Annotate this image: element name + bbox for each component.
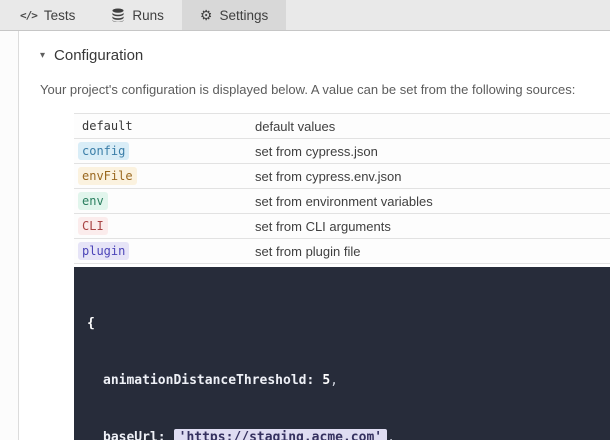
tab-settings-label: Settings xyxy=(219,8,268,23)
table-row: CLI set from CLI arguments xyxy=(74,214,610,239)
main-area: ▾ Configuration Your project's configura… xyxy=(0,31,610,440)
table-row: default default values xyxy=(74,114,610,139)
code-key: animationDistanceThreshold: xyxy=(103,373,314,388)
gear-icon: ⚙ xyxy=(200,8,213,22)
section-description: Your project's configuration is displaye… xyxy=(40,82,610,97)
code-line: { xyxy=(87,314,610,333)
source-description: set from plugin file xyxy=(255,244,361,259)
chevron-down-icon: ▾ xyxy=(40,50,45,61)
code-key: baseUrl: xyxy=(103,430,166,440)
settings-content: ▾ Configuration Your project's configura… xyxy=(19,31,610,440)
left-gutter xyxy=(0,31,19,440)
tab-runs-label: Runs xyxy=(132,8,164,23)
source-badge-config: config xyxy=(78,142,129,160)
tab-tests[interactable]: </> Tests xyxy=(2,0,93,30)
source-badge-default: default xyxy=(78,117,137,135)
source-badge-env: env xyxy=(78,192,108,210)
code-value: 5 xyxy=(322,373,330,388)
table-row: env set from environment variables xyxy=(74,189,610,214)
code-comma: , xyxy=(330,373,338,388)
source-description: set from cypress.env.json xyxy=(255,169,401,184)
section-title: Configuration xyxy=(54,47,143,64)
source-badge-plugin: plugin xyxy=(78,242,129,260)
source-description: set from environment variables xyxy=(255,194,433,209)
source-description: set from cypress.json xyxy=(255,144,378,159)
configuration-section-header[interactable]: ▾ Configuration xyxy=(40,47,610,64)
tab-runs[interactable]: Runs xyxy=(93,0,182,30)
tab-settings[interactable]: ⚙ Settings xyxy=(182,0,286,30)
config-sources-table: default default values config set from c… xyxy=(74,113,610,264)
code-icon: </> xyxy=(20,9,37,22)
database-icon xyxy=(111,8,125,22)
table-row: envFile set from cypress.env.json xyxy=(74,164,610,189)
code-line: animationDistanceThreshold: 5, xyxy=(87,371,610,390)
resolved-config-code-block: { animationDistanceThreshold: 5, baseUrl:… xyxy=(74,267,610,440)
source-description: set from CLI arguments xyxy=(255,219,391,234)
table-row: plugin set from plugin file xyxy=(74,239,610,264)
code-comma: , xyxy=(387,430,395,440)
code-line: baseUrl: 'https://staging.acme.com', xyxy=(87,428,610,440)
code-value-highlighted: 'https://staging.acme.com' xyxy=(174,429,388,440)
source-badge-envfile: envFile xyxy=(78,167,137,185)
table-row: config set from cypress.json xyxy=(74,139,610,164)
source-badge-cli: CLI xyxy=(78,217,108,235)
source-description: default values xyxy=(255,119,335,134)
code-brace: { xyxy=(87,316,95,331)
tab-bar: </> Tests Runs ⚙ Settings xyxy=(0,0,610,31)
tab-tests-label: Tests xyxy=(44,8,76,23)
